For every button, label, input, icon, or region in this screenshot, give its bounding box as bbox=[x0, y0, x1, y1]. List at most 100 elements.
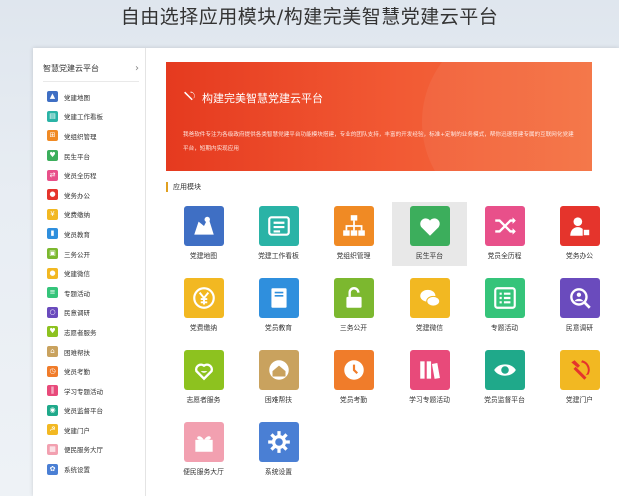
hammer-sickle-icon bbox=[183, 90, 196, 106]
module-tile[interactable]: 党员全历程 bbox=[467, 202, 542, 266]
module-label: 党建工作看板 bbox=[258, 252, 299, 260]
sidebar-header-label: 智慧党建云平台 bbox=[43, 64, 99, 73]
sidebar-item[interactable]: ◷ 党员考勤 bbox=[33, 361, 145, 381]
coin-icon: ¥ bbox=[47, 208, 58, 220]
sidebar-item-label: 学习专题活动 bbox=[64, 387, 103, 396]
sidebar-item-label: 党建地图 bbox=[64, 93, 90, 102]
sidebar-item-label: 党建微信 bbox=[64, 270, 90, 279]
module-label: 民意调研 bbox=[565, 324, 594, 332]
house-icon: ⌂ bbox=[47, 346, 58, 358]
module-tile[interactable]: 党员考勤 bbox=[316, 346, 391, 410]
sidebar-item[interactable]: ○ 民意调研 bbox=[33, 303, 145, 323]
module-label: 专题活动 bbox=[490, 324, 519, 332]
sidebar-item-label: 困难帮扶 bbox=[64, 348, 90, 357]
module-label: 民生平台 bbox=[415, 252, 444, 260]
module-tile[interactable]: 困难帮扶 bbox=[241, 346, 316, 410]
shuffle-icon bbox=[484, 206, 525, 246]
module-tile[interactable]: 党务办公 bbox=[542, 202, 617, 266]
house-icon bbox=[258, 350, 299, 390]
sidebar-item[interactable]: ♥ 志愿者服务 bbox=[33, 322, 145, 342]
sidebar-item-label: 系统设置 bbox=[64, 466, 90, 475]
sidebar-item[interactable]: ⌂ 困难帮扶 bbox=[33, 342, 145, 362]
module-tile[interactable]: 学习专题活动 bbox=[392, 346, 467, 410]
gear-icon: ✿ bbox=[47, 463, 58, 475]
sidebar-item[interactable]: ⊞ 党组织管理 bbox=[33, 126, 145, 146]
sidebar-item[interactable]: ▣ 三务公开 bbox=[33, 244, 145, 264]
module-tile[interactable]: 党建微信 bbox=[392, 274, 467, 338]
sidebar-item[interactable]: ✿ 系统设置 bbox=[33, 459, 145, 479]
gift-icon bbox=[183, 422, 224, 462]
sidebar-item-label: 党费缴纳 bbox=[64, 211, 90, 220]
module-tile[interactable]: 党组织管理 bbox=[316, 202, 391, 266]
map-icon bbox=[183, 206, 224, 246]
sidebar-item[interactable]: ≡ 专题活动 bbox=[33, 283, 145, 303]
search-user-icon bbox=[559, 278, 600, 318]
module-label: 党员监督平台 bbox=[484, 396, 525, 404]
dashboard-icon bbox=[258, 206, 299, 246]
sidebar-item[interactable]: ◉ 党员监督平台 bbox=[33, 401, 145, 421]
book-icon bbox=[258, 278, 299, 318]
module-tile[interactable]: 党员教育 bbox=[241, 274, 316, 338]
sidebar-item[interactable]: ♥ 民生平台 bbox=[33, 146, 145, 166]
lock-icon bbox=[333, 278, 374, 318]
sidebar-item[interactable]: ▲ 党建地图 bbox=[33, 87, 145, 107]
module-tile[interactable]: 三务公开 bbox=[316, 274, 391, 338]
app-window: 智慧党建云平台 › ▲ 党建地图 ▤ 党建工作看板 ⊞ 党组织管理 ♥ 民生平台 ⇄ 党员全历程 ●… bbox=[33, 48, 619, 496]
chevron-right-icon: › bbox=[135, 63, 139, 74]
sidebar-item-label: 党员全历程 bbox=[64, 172, 97, 181]
user-stamp-icon bbox=[559, 206, 600, 246]
module-label: 党建地图 bbox=[189, 252, 218, 260]
gear-icon bbox=[258, 422, 299, 462]
page-title: 自由选择应用模块/构建完美智慧党建云平台 bbox=[120, 6, 499, 28]
book-icon: ▮ bbox=[47, 228, 58, 240]
sidebar-menu: ▲ 党建地图 ▤ 党建工作看板 ⊞ 党组织管理 ♥ 民生平台 ⇄ 党员全历程 ● 党务办公 ¥ 党费缴纳 ▮… bbox=[33, 87, 145, 479]
module-tile[interactable]: 党建地图 bbox=[166, 202, 241, 266]
hero-banner: 构建完美智慧党建云平台 我爸软件专注为各级政府提供各类智慧党建平台功能模块搭建，… bbox=[166, 62, 592, 171]
banner-heading: 构建完美智慧党建云平台 bbox=[183, 90, 323, 106]
sidebar-header[interactable]: 智慧党建云平台 › bbox=[43, 56, 139, 82]
module-label: 学习专题活动 bbox=[409, 396, 450, 404]
sidebar-item-label: 党员教育 bbox=[64, 230, 90, 239]
sidebar-item-label: 党组织管理 bbox=[64, 132, 97, 141]
module-tile[interactable]: 民意调研 bbox=[542, 274, 617, 338]
org-chart-icon: ⊞ bbox=[47, 130, 58, 142]
module-tile[interactable]: 党员监督平台 bbox=[467, 346, 542, 410]
module-label: 党建门户 bbox=[565, 396, 594, 404]
module-tile[interactable]: 党建门户 bbox=[542, 346, 617, 410]
main-content: 构建完美智慧党建云平台 我爸软件专注为各级政府提供各类智慧党建平台功能模块搭建，… bbox=[146, 48, 619, 496]
module-tile[interactable]: 党费缴纳 bbox=[166, 274, 241, 338]
heart-icon: ♥ bbox=[47, 150, 58, 162]
heart-icon bbox=[409, 206, 450, 246]
hammer-sickle-icon bbox=[559, 350, 600, 390]
module-tile[interactable]: 志愿者服务 bbox=[166, 346, 241, 410]
module-label: 党组织管理 bbox=[336, 252, 371, 260]
sidebar-item[interactable]: ▦ 便民服务大厅 bbox=[33, 440, 145, 460]
sidebar-item[interactable]: ‖ 学习专题活动 bbox=[33, 381, 145, 401]
coin-icon bbox=[183, 278, 224, 318]
sidebar: 智慧党建云平台 › ▲ 党建地图 ▤ 党建工作看板 ⊞ 党组织管理 ♥ 民生平台 ⇄ 党员全历程 ●… bbox=[33, 48, 146, 496]
books-icon bbox=[409, 350, 450, 390]
sidebar-item-label: 三务公开 bbox=[64, 250, 90, 259]
module-tile[interactable]: 专题活动 bbox=[467, 274, 542, 338]
module-tile[interactable]: 便民服务大厅 bbox=[166, 418, 241, 482]
sidebar-item[interactable]: ⇄ 党员全历程 bbox=[33, 165, 145, 185]
sidebar-item-label: 专题活动 bbox=[64, 289, 90, 298]
sidebar-item[interactable]: ● 党建微信 bbox=[33, 263, 145, 283]
module-label: 党员考勤 bbox=[339, 396, 368, 404]
eye-icon: ◉ bbox=[47, 404, 58, 416]
sidebar-item[interactable]: ¥ 党费缴纳 bbox=[33, 205, 145, 225]
module-tile[interactable]: 民生平台 bbox=[392, 202, 467, 266]
sidebar-item[interactable]: ● 党务办公 bbox=[33, 185, 145, 205]
sidebar-item-label: 民生平台 bbox=[64, 152, 90, 161]
sidebar-item[interactable]: ▮ 党员教育 bbox=[33, 224, 145, 244]
sidebar-item-label: 党员监督平台 bbox=[64, 407, 103, 416]
sidebar-item[interactable]: ☭ 党建门户 bbox=[33, 420, 145, 440]
org-chart-icon bbox=[333, 206, 374, 246]
module-label: 党建微信 bbox=[415, 324, 444, 332]
books-icon: ‖ bbox=[47, 385, 58, 397]
user-stamp-icon: ● bbox=[47, 189, 58, 201]
sidebar-item[interactable]: ▤ 党建工作看板 bbox=[33, 107, 145, 127]
module-tile[interactable]: 党建工作看板 bbox=[241, 202, 316, 266]
module-tile[interactable]: 系统设置 bbox=[241, 418, 316, 482]
module-label: 志愿者服务 bbox=[186, 396, 221, 404]
